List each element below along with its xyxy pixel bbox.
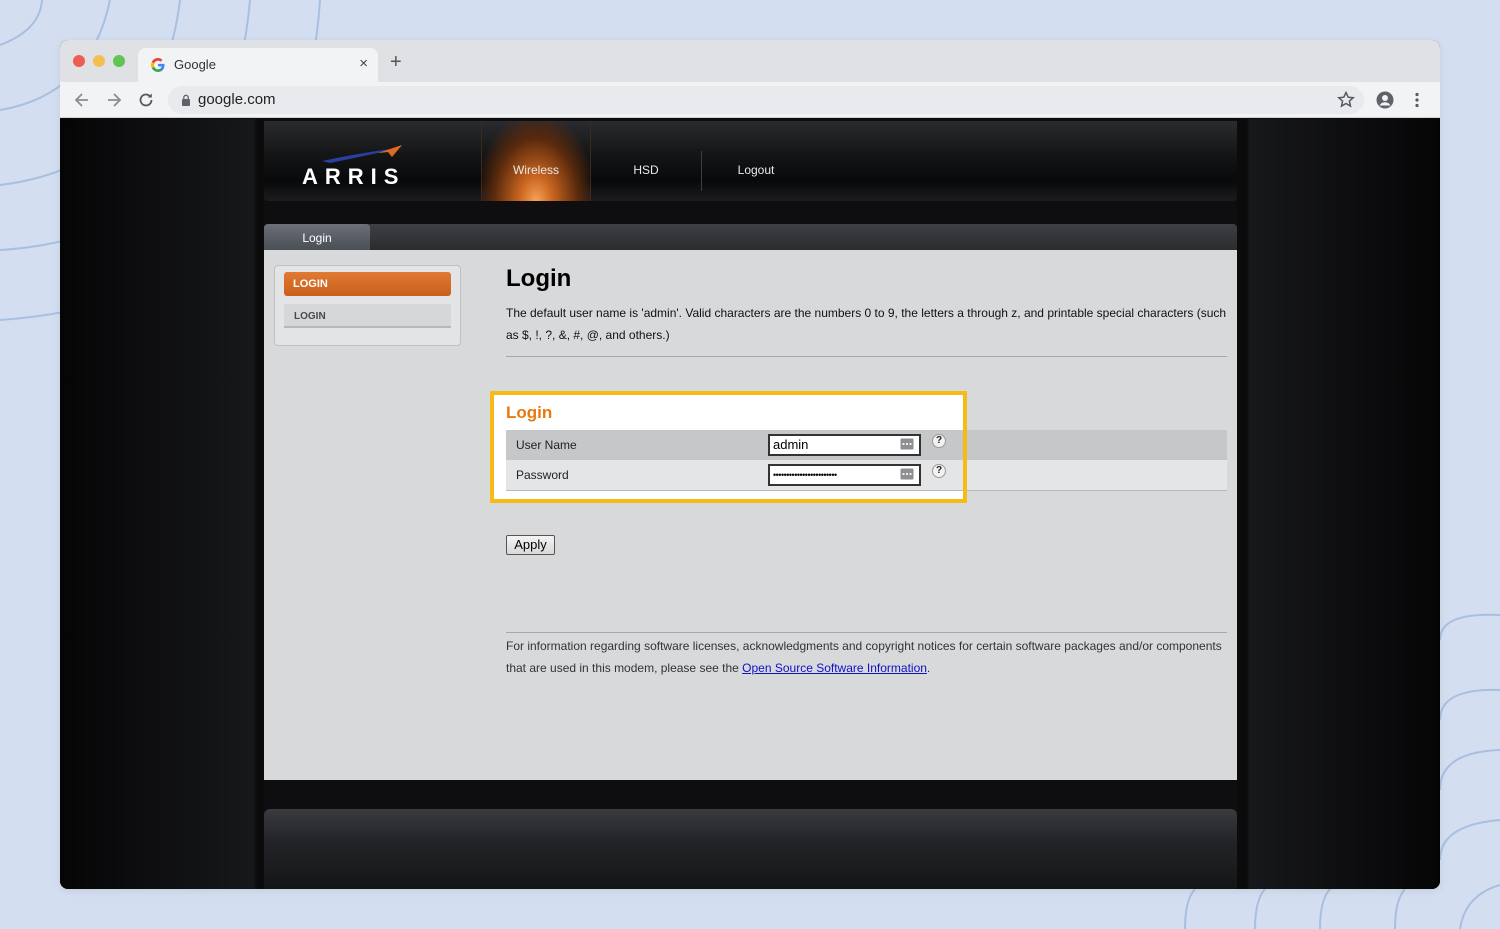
router-footer-panel [264, 809, 1237, 889]
router-header: ARRIS Wireless HSD Logout [264, 121, 1237, 201]
maximize-window-button[interactable] [113, 55, 125, 67]
minimize-window-button[interactable] [93, 55, 105, 67]
license-note: For information regarding software licen… [506, 635, 1231, 679]
nav-hsd[interactable]: HSD [591, 121, 701, 201]
form-divider [506, 490, 1227, 491]
tab-bar: Google × + [60, 40, 1440, 82]
password-manager-key-icon[interactable] [900, 467, 914, 481]
browser-window: Google × + google.com ARRIS Wireless HSD… [60, 40, 1440, 889]
router-admin-page: ARRIS Wireless HSD Logout Login LOGIN LO… [264, 119, 1237, 889]
divider [506, 632, 1227, 633]
apply-button[interactable]: Apply [506, 535, 555, 555]
url-text: google.com [198, 91, 276, 108]
reload-icon[interactable] [136, 90, 156, 110]
arris-logo-text: ARRIS [302, 164, 406, 189]
nav-logout[interactable]: Logout [701, 121, 811, 201]
browser-tab[interactable]: Google × [138, 48, 378, 82]
lock-icon [182, 94, 190, 106]
back-arrow-icon[interactable] [72, 90, 92, 110]
nav-hsd-label: HSD [633, 163, 659, 177]
login-section-title: Login [506, 403, 553, 422]
address-bar[interactable]: google.com [168, 86, 1364, 114]
password-help-icon[interactable]: ? [932, 464, 946, 478]
divider [506, 356, 1227, 357]
main-content: LOGIN LOGIN Login The default user name … [264, 250, 1237, 780]
subtab-login[interactable]: Login [264, 224, 370, 250]
page-viewport: ARRIS Wireless HSD Logout Login LOGIN LO… [60, 119, 1440, 889]
login-description: The default user name is 'admin'. Valid … [506, 306, 1227, 342]
username-row: User Name admin ? [506, 430, 1227, 460]
browser-toolbar: google.com [60, 82, 1440, 118]
new-tab-button[interactable]: + [390, 52, 402, 72]
password-input[interactable]: •••••••••••••••••••••••• [768, 464, 921, 486]
sub-navigation-bar: Login [264, 224, 1237, 250]
tab-title: Google [174, 57, 216, 72]
more-menu-icon[interactable] [1407, 90, 1427, 110]
password-manager-key-icon[interactable] [900, 437, 914, 451]
nav-wireless[interactable]: Wireless [481, 121, 591, 201]
license-note-end: . [926, 661, 931, 675]
username-input[interactable]: admin [768, 434, 921, 456]
username-help-icon[interactable]: ? [932, 434, 946, 448]
nav-logout-label: Logout [737, 163, 775, 177]
open-source-info-link[interactable]: Open Source Software Information [742, 661, 927, 675]
tab-close-icon[interactable]: × [359, 55, 368, 72]
profile-avatar-icon[interactable] [1375, 90, 1395, 110]
username-label: User Name [516, 438, 577, 452]
page-title: Login [506, 265, 572, 292]
sidebar-menu: LOGIN LOGIN [274, 265, 461, 346]
password-label: Password [516, 468, 569, 482]
sidebar-heading-login[interactable]: LOGIN [284, 272, 451, 296]
close-window-button[interactable] [73, 55, 85, 67]
google-favicon-icon [151, 58, 165, 72]
nav-wireless-label: Wireless [512, 163, 559, 177]
bookmark-star-icon[interactable] [1336, 90, 1356, 110]
password-row: Password •••••••••••••••••••••••• ? [506, 460, 1227, 490]
forward-arrow-icon[interactable] [104, 90, 124, 110]
sidebar-item-login[interactable]: LOGIN [284, 304, 451, 328]
